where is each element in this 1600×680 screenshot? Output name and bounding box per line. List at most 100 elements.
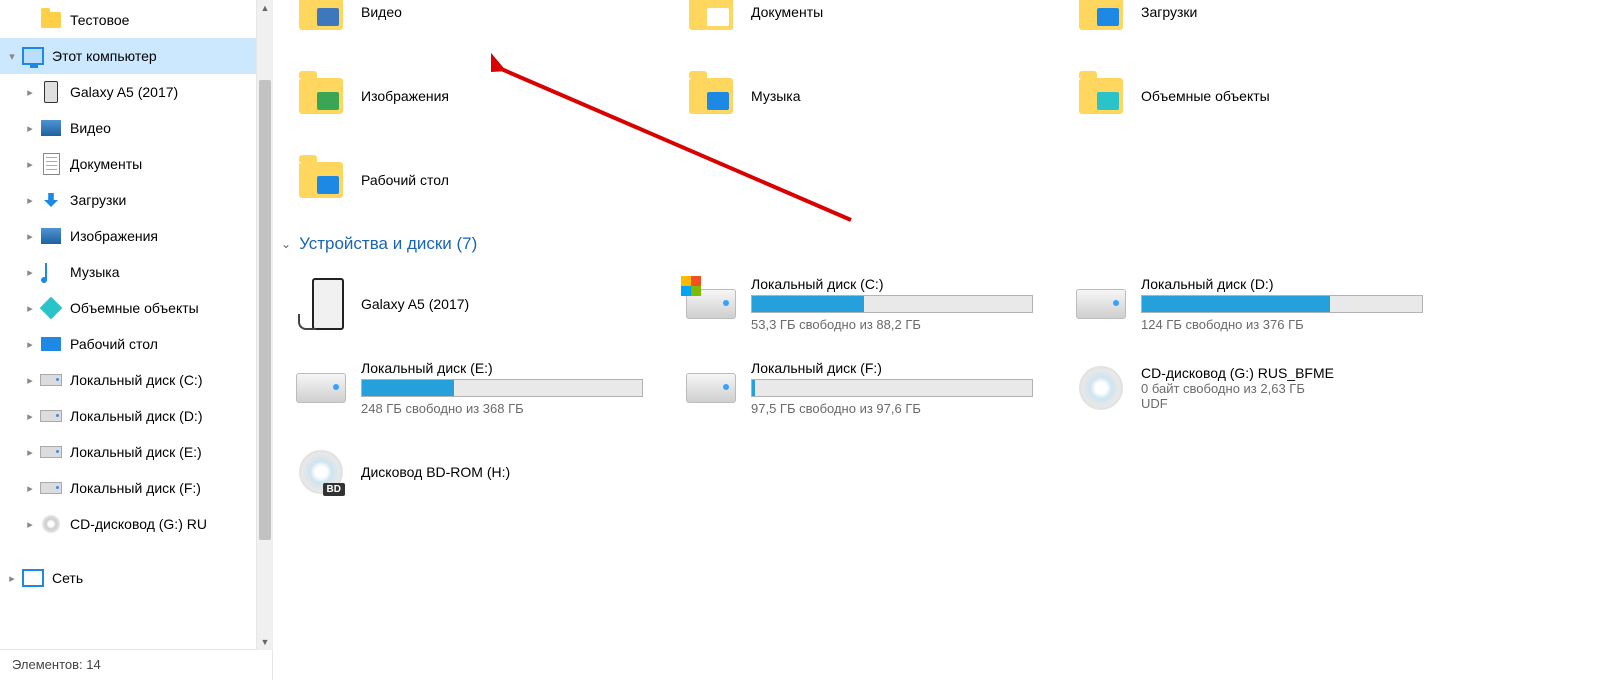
device-локальный-диск-e-[interactable]: Локальный диск (E:) 248 ГБ свободно из 36… bbox=[293, 348, 673, 428]
scroll-thumb[interactable] bbox=[259, 80, 271, 540]
navigation-pane: Тестовое ▾ Этот компьютер ▸Galaxy A5 (2017)… bbox=[0, 0, 273, 680]
folder-документы[interactable]: Документы bbox=[683, 0, 1063, 52]
nav-item-тестовое[interactable]: Тестовое bbox=[0, 2, 272, 38]
device-title: Локальный диск (D:) bbox=[1141, 276, 1435, 292]
device-title: Локальный диск (F:) bbox=[751, 360, 1045, 376]
folder-объемные-объекты[interactable]: Объемные объекты bbox=[1073, 56, 1453, 136]
device-title: Дисковод BD-ROM (H:) bbox=[361, 464, 655, 480]
expand-chevron-icon[interactable]: ▸ bbox=[22, 302, 38, 315]
device-локальный-диск-d-[interactable]: Локальный диск (D:) 124 ГБ свободно из 37… bbox=[1073, 264, 1453, 344]
nav-item-сеть[interactable]: ▸Сеть bbox=[0, 560, 272, 596]
folder-icon bbox=[683, 0, 739, 40]
expand-chevron-icon[interactable]: ▸ bbox=[22, 86, 38, 99]
drive-icon bbox=[683, 276, 739, 332]
folder-icon bbox=[293, 0, 349, 40]
optical-disc-icon: BD bbox=[293, 444, 349, 500]
device-free-space: 124 ГБ свободно из 376 ГБ bbox=[1141, 317, 1435, 332]
expand-chevron-icon[interactable]: ▸ bbox=[22, 374, 38, 387]
scroll-up-arrow[interactable]: ▲ bbox=[257, 0, 273, 16]
nav-item-label: Видео bbox=[70, 120, 111, 136]
device-title: Локальный диск (E:) bbox=[361, 360, 655, 376]
nav-item-label: Документы bbox=[70, 156, 142, 172]
nav-item-label: Объемные объекты bbox=[70, 300, 199, 316]
device-cd-дисковод-g-rus-bfme[interactable]: CD-дисковод (G:) RUS_BFME0 байт свободно… bbox=[1073, 348, 1453, 428]
expand-chevron-icon[interactable]: ▸ bbox=[22, 266, 38, 279]
expand-chevron-icon[interactable]: ▸ bbox=[22, 482, 38, 495]
video-icon bbox=[40, 117, 62, 139]
expand-chevron-icon[interactable]: ▸ bbox=[22, 518, 38, 531]
device-galaxy-a5-2017-[interactable]: Galaxy A5 (2017) bbox=[293, 264, 673, 344]
capacity-bar bbox=[751, 379, 1033, 397]
status-bar: Элементов: 14 bbox=[0, 649, 272, 680]
nav-item-документы[interactable]: ▸ Документы bbox=[0, 146, 272, 182]
device-title: Galaxy A5 (2017) bbox=[361, 296, 655, 312]
nav-item-объемные-объекты[interactable]: ▸ Объемные объекты bbox=[0, 290, 272, 326]
sidebar-scrollbar[interactable]: ▲ ▼ bbox=[256, 0, 273, 650]
devices-section-title: Устройства и диски (7) bbox=[299, 234, 477, 254]
folder-музыка[interactable]: Музыка bbox=[683, 56, 1063, 136]
nav-item-label: Изображения bbox=[70, 228, 158, 244]
music-icon bbox=[40, 261, 62, 283]
doc-icon bbox=[40, 153, 62, 175]
nav-item-cd-дисковод-g-ru[interactable]: ▸ CD-дисковод (G:) RU bbox=[0, 506, 272, 542]
desk-icon bbox=[40, 333, 62, 355]
folder-label: Документы bbox=[751, 4, 1045, 20]
folder-label: Изображения bbox=[361, 88, 655, 104]
folder-видео[interactable]: Видео bbox=[293, 0, 673, 52]
folder-icon bbox=[40, 9, 62, 31]
image-icon bbox=[40, 225, 62, 247]
expand-chevron-icon[interactable]: ▸ bbox=[22, 410, 38, 423]
expand-chevron-icon[interactable]: ▸ bbox=[22, 122, 38, 135]
nav-item-galaxy-a5-2017-[interactable]: ▸Galaxy A5 (2017) bbox=[0, 74, 272, 110]
nav-item-локальный-диск-c-[interactable]: ▸ Локальный диск (C:) bbox=[0, 362, 272, 398]
nav-item-видео[interactable]: ▸ Видео bbox=[0, 110, 272, 146]
nav-item-label: Рабочий стол bbox=[70, 336, 158, 352]
device-free-space: 53,3 ГБ свободно из 88,2 ГБ bbox=[751, 317, 1045, 332]
expand-chevron-icon[interactable]: ▸ bbox=[22, 446, 38, 459]
disc-icon bbox=[40, 513, 62, 535]
nav-item-label: CD-дисковод (G:) RU bbox=[70, 516, 207, 532]
device-title: CD-дисковод (G:) RUS_BFME bbox=[1141, 365, 1435, 381]
nav-item-локальный-диск-e-[interactable]: ▸ Локальный диск (E:) bbox=[0, 434, 272, 470]
device-free-space: 97,5 ГБ свободно из 97,6 ГБ bbox=[751, 401, 1045, 416]
devices-section-header[interactable]: ⌄ Устройства и диски (7) bbox=[273, 222, 1600, 262]
folder-label: Объемные объекты bbox=[1141, 88, 1435, 104]
nav-item-этот-компьютер[interactable]: ▾ Этот компьютер bbox=[0, 38, 272, 74]
folder-загрузки[interactable]: Загрузки bbox=[1073, 0, 1453, 52]
expand-chevron-icon[interactable]: ▸ bbox=[22, 158, 38, 171]
folder-изображения[interactable]: Изображения bbox=[293, 56, 673, 136]
nav-item-рабочий-стол[interactable]: ▸ Рабочий стол bbox=[0, 326, 272, 362]
nav-item-загрузки[interactable]: ▸ Загрузки bbox=[0, 182, 272, 218]
expand-chevron-icon[interactable]: ▸ bbox=[22, 338, 38, 351]
nav-item-label: Локальный диск (E:) bbox=[70, 444, 202, 460]
device-локальный-диск-f-[interactable]: Локальный диск (F:) 97,5 ГБ свободно из 9… bbox=[683, 348, 1063, 428]
device-дисковод-bd-rom-h-[interactable]: BD Дисковод BD-ROM (H:) bbox=[293, 432, 673, 512]
nav-item-label: Этот компьютер bbox=[52, 48, 157, 64]
folder-label: Загрузки bbox=[1141, 4, 1435, 20]
nav-item-label: Локальный диск (C:) bbox=[70, 372, 203, 388]
nav-item-label: Загрузки bbox=[70, 192, 126, 208]
expand-chevron-icon[interactable]: ▸ bbox=[22, 230, 38, 243]
expand-chevron-icon[interactable]: ▸ bbox=[4, 572, 20, 585]
expand-chevron-icon[interactable]: ▸ bbox=[22, 194, 38, 207]
scroll-down-arrow[interactable]: ▼ bbox=[257, 634, 273, 650]
capacity-bar bbox=[1141, 295, 1423, 313]
device-локальный-диск-c-[interactable]: Локальный диск (C:) 53,3 ГБ свободно из 8… bbox=[683, 264, 1063, 344]
nav-item-локальный-диск-d-[interactable]: ▸Локальный диск (D:) bbox=[0, 398, 272, 434]
collapse-chevron-icon: ⌄ bbox=[281, 237, 291, 251]
drive-icon bbox=[40, 477, 62, 499]
folder-icon bbox=[1073, 0, 1129, 40]
device-title: Локальный диск (C:) bbox=[751, 276, 1045, 292]
nav-item-музыка[interactable]: ▸Музыка bbox=[0, 254, 272, 290]
box-icon bbox=[40, 297, 62, 319]
nav-item-локальный-диск-f-[interactable]: ▸Локальный диск (F:) bbox=[0, 470, 272, 506]
folder-label: Рабочий стол bbox=[361, 172, 655, 188]
folder-рабочий-стол[interactable]: Рабочий стол bbox=[293, 140, 673, 220]
capacity-bar bbox=[361, 379, 643, 397]
nav-item-изображения[interactable]: ▸ Изображения bbox=[0, 218, 272, 254]
drive-icon bbox=[293, 360, 349, 416]
expand-chevron-icon[interactable]: ▾ bbox=[4, 50, 20, 63]
folder-icon bbox=[293, 68, 349, 124]
drive-icon bbox=[1073, 276, 1129, 332]
device-free-space: 248 ГБ свободно из 368 ГБ bbox=[361, 401, 655, 416]
